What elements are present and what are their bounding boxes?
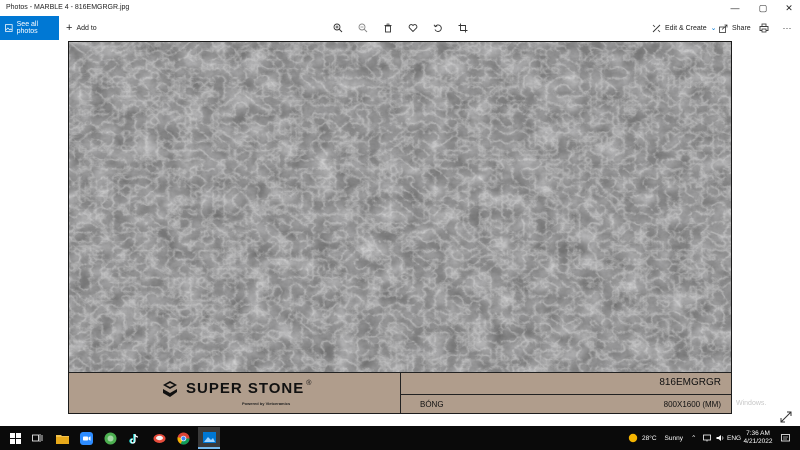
clock-date: 4/21/2022 (743, 438, 773, 445)
product-finish: BÓNG (420, 400, 444, 409)
zoom-in-icon[interactable] (331, 21, 345, 35)
photo-label-band: SUPER STONE ® Powered by Vietceramics 81… (69, 372, 731, 413)
zoom-out-icon[interactable] (356, 21, 370, 35)
share-icon (719, 24, 728, 33)
notification-icon[interactable] (781, 426, 790, 450)
photo-app-icon[interactable] (150, 429, 168, 447)
print-icon[interactable] (757, 21, 771, 35)
language-label: ENG (727, 434, 742, 442)
weather-temp: 28°C (642, 434, 657, 442)
zoom-app-icon[interactable] (77, 429, 95, 447)
expand-icon[interactable] (780, 410, 794, 424)
weather-widget[interactable]: 28°C Sunny (628, 426, 683, 450)
share-label: Share (732, 24, 751, 32)
activation-watermark: Windows. (736, 400, 767, 407)
file-explorer-icon[interactable] (53, 429, 71, 447)
see-all-photos-label: See all photos (16, 21, 39, 35)
window-title: Photos - MARBLE 4 - 816EMGRGR.jpg (6, 4, 130, 11)
maximize-button[interactable]: ▢ (750, 0, 776, 16)
windows-start-icon[interactable] (6, 429, 24, 447)
favorite-icon[interactable] (406, 21, 420, 35)
speaker-icon[interactable] (716, 426, 725, 450)
crop-icon[interactable] (456, 21, 470, 35)
add-to-button[interactable]: + Add to (66, 16, 97, 40)
photos-icon (5, 24, 13, 32)
edit-icon (652, 24, 661, 32)
add-to-label: Add to (76, 24, 97, 32)
language-indicator[interactable]: ENG (727, 426, 741, 450)
delete-icon[interactable] (381, 21, 395, 35)
brand-name: SUPER STONE (186, 380, 305, 397)
tiktok-icon[interactable] (125, 429, 143, 447)
task-view-icon[interactable] (28, 429, 46, 447)
more-icon[interactable]: ··· (780, 21, 794, 35)
show-hidden-icons-icon[interactable]: ⌃ (691, 426, 696, 450)
photo-viewer: SUPER STONE ® Powered by Vietceramics 81… (0, 40, 800, 426)
brand-logo: SUPER STONE ® (161, 380, 311, 398)
green-app-icon[interactable] (101, 429, 119, 447)
product-dimensions: 800X1600 (MM) (663, 400, 721, 409)
chevron-down-icon: ⌄ (710, 25, 717, 32)
title-bar: Photos - MARBLE 4 - 816EMGRGR.jpg — ▢ ✕ (0, 0, 800, 16)
photo[interactable]: SUPER STONE ® Powered by Vietceramics 81… (68, 41, 732, 414)
chrome-icon[interactable] (174, 429, 192, 447)
toolbar: See all photos + Add to Edit & Create ⌄ … (0, 16, 800, 40)
clock[interactable]: 7:36 AM 4/21/2022 (743, 426, 773, 450)
marble-texture (69, 42, 731, 372)
label-divider (400, 394, 731, 395)
registered-mark: ® (306, 380, 312, 387)
super-stone-logo-icon (163, 381, 177, 397)
photos-app-icon[interactable] (198, 427, 220, 449)
brand-subtitle: Powered by Vietceramics (242, 401, 291, 406)
sun-icon (628, 433, 638, 443)
edit-create-label: Edit & Create (665, 24, 707, 32)
rotate-icon[interactable] (431, 21, 445, 35)
share-button[interactable]: Share (719, 16, 751, 40)
clock-time: 7:36 AM (746, 430, 770, 438)
display-icon[interactable] (703, 426, 711, 450)
edit-create-button[interactable]: Edit & Create ⌄ (652, 16, 717, 40)
product-code: 816EMGRGR (659, 377, 721, 388)
see-all-photos-button[interactable]: See all photos (0, 16, 59, 40)
weather-desc: Sunny (664, 434, 683, 442)
close-button[interactable]: ✕ (776, 0, 800, 16)
taskbar: 28°C Sunny ⌃ ENG 7:36 AM 4/21/2022 (0, 426, 800, 450)
minimize-button[interactable]: — (722, 0, 748, 16)
plus-icon: + (66, 21, 73, 34)
